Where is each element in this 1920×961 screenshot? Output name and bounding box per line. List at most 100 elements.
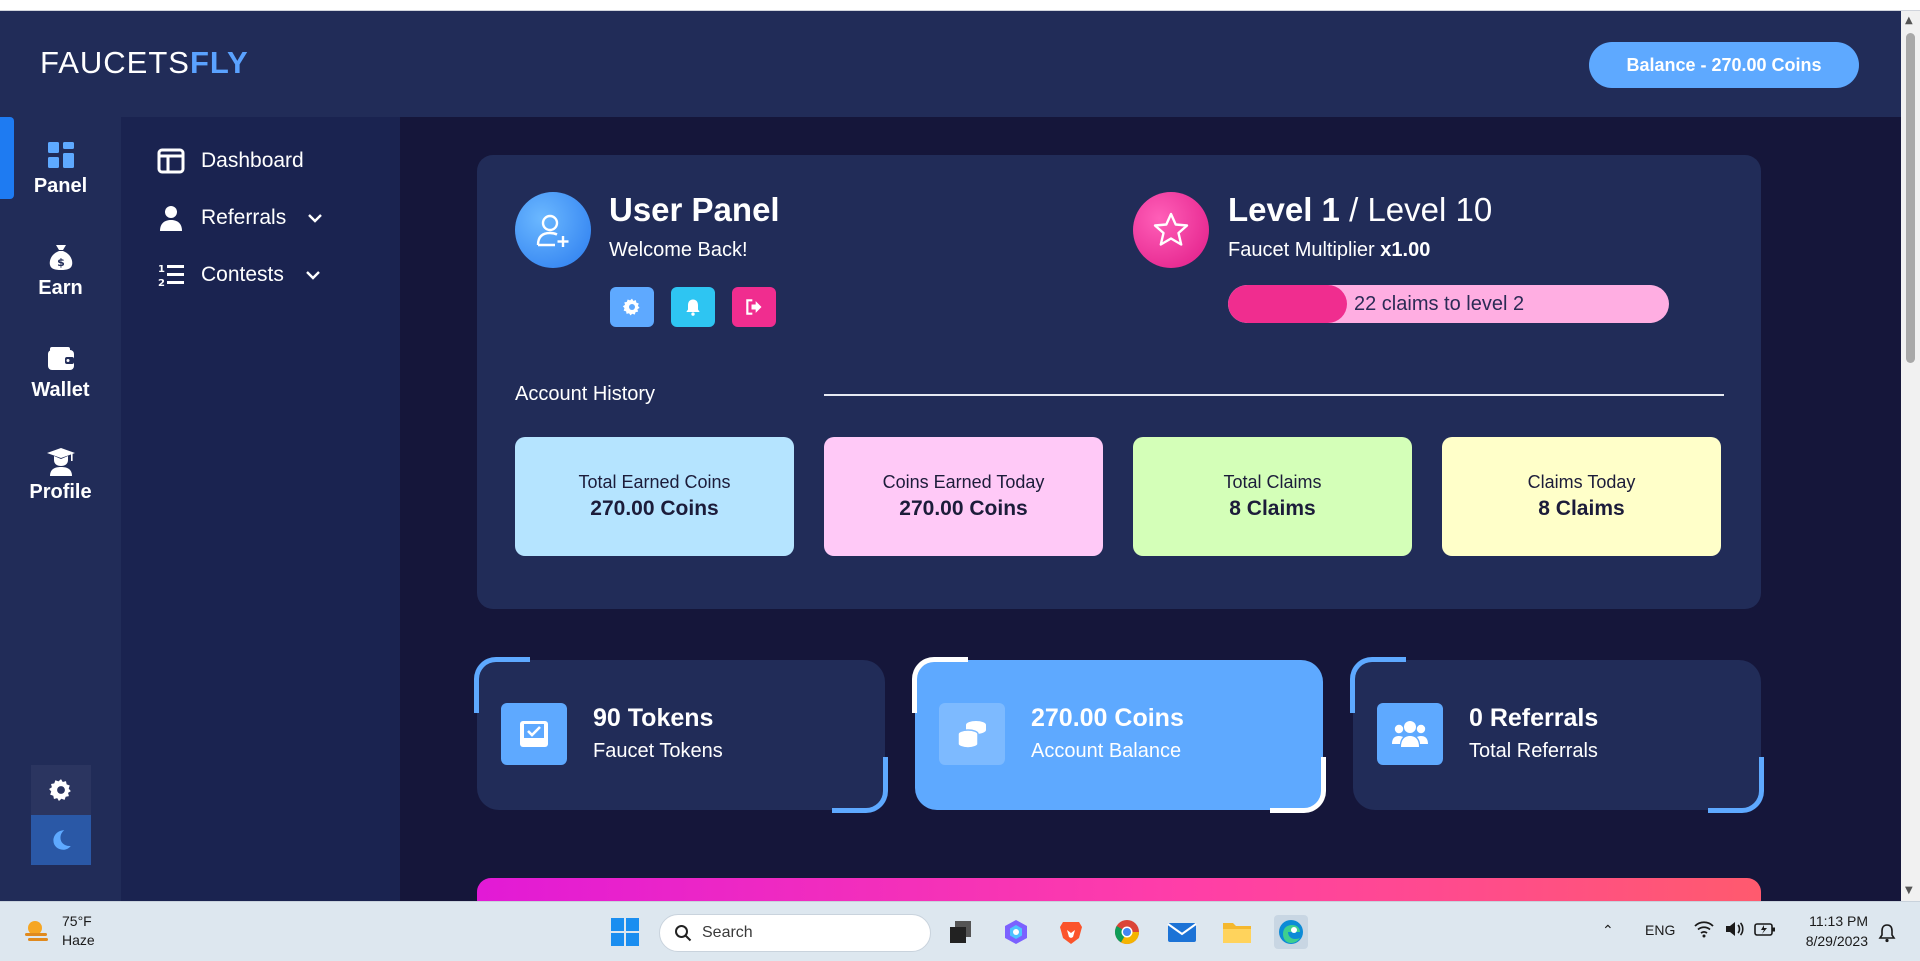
haze-sun-icon (25, 921, 48, 941)
stat-total-earned-coins: Total Earned Coins 270.00 Coins (515, 437, 794, 556)
account-history-divider (824, 394, 1724, 396)
theme-settings-button[interactable] (31, 765, 91, 815)
page-scrollbar[interactable]: ▲ ▼ (1901, 11, 1920, 901)
list-ordered-icon: 1 2 (158, 264, 184, 289)
copilot-button[interactable] (999, 915, 1033, 949)
system-tray-icons[interactable] (1694, 920, 1776, 938)
wallet-icon (47, 347, 74, 370)
stat-label: Coins Earned Today (882, 472, 1045, 492)
settings-button[interactable] (610, 287, 654, 327)
graduate-icon (46, 448, 75, 476)
stat-value: 8 Claims (1229, 497, 1316, 520)
level-progress-fill (1228, 285, 1348, 323)
metric-card-balance: 270.00 Coins Account Balance (912, 657, 1326, 813)
mail-icon (1167, 923, 1197, 942)
moon-icon (53, 830, 71, 850)
settings-icon (622, 298, 640, 316)
weather-widget[interactable]: 75°F Haze (22, 912, 95, 950)
balance-button[interactable]: Balance - 270.00 Coins (1589, 42, 1859, 88)
referrals-icon-box (1377, 703, 1443, 765)
user-plus-icon (536, 214, 569, 247)
submenu-item-contests[interactable]: 1 2 Contests (157, 261, 322, 289)
windows-taskbar: 75°F Haze Search ⌃ ENG 11:13 PM 8/29/202… (0, 901, 1920, 961)
submenu-label-dashboard: Dashboard (201, 149, 304, 172)
taskview-button[interactable] (944, 915, 978, 949)
volume-icon (1726, 922, 1744, 936)
weather-desc: Haze (62, 932, 95, 948)
taskbar-search[interactable]: Search (659, 914, 931, 952)
stat-claims-today: Claims Today 8 Claims (1442, 437, 1721, 556)
main-content: User Panel Welcome Back! Level 1 / Level… (400, 117, 1901, 901)
level-progress-text: 22 claims to level 2 (1354, 293, 1525, 315)
scroll-up-arrow[interactable]: ▲ (1905, 15, 1913, 26)
submenu-label-contests: Contests (201, 263, 284, 286)
stat-label: Total Earned Coins (578, 472, 731, 492)
stat-label: Total Claims (1223, 472, 1322, 492)
dark-mode-toggle[interactable] (31, 815, 91, 865)
rail-label-profile: Profile (29, 481, 92, 503)
money-bag-icon: $ (49, 245, 72, 270)
faucet-multiplier: Faucet Multiplier x1.00 (1228, 239, 1430, 262)
battery-icon (1754, 923, 1775, 936)
level-progress-bar: 22 claims to level 2 (1228, 285, 1669, 323)
faucetsfly-app: FAUCETSFLY Balance - 270.00 Coins Panel … (0, 11, 1901, 901)
tokens-value: 90 Tokens (593, 704, 714, 732)
multiplier-label: Faucet Multiplier (1228, 239, 1375, 261)
level-title: Level 1 / Level 10 (1228, 191, 1492, 229)
card-corner-accent (1270, 757, 1326, 813)
star-icon (1153, 212, 1189, 246)
account-history-title: Account History (515, 383, 656, 405)
stat-value: 270.00 Coins (590, 497, 719, 520)
chrome-button[interactable] (1110, 915, 1144, 949)
tokens-icon-box (501, 703, 567, 765)
rail-item-wallet[interactable]: Wallet (0, 343, 121, 402)
top-header: FAUCETSFLY Balance - 270.00 Coins (0, 11, 1901, 117)
edge-browser-button[interactable] (1274, 915, 1308, 949)
stat-label: Claims Today (1527, 472, 1636, 492)
windows-logo-icon (611, 918, 639, 946)
logout-icon (746, 299, 762, 315)
language-indicator[interactable]: ENG (1645, 922, 1675, 938)
referrals-label: Total Referrals (1469, 740, 1598, 762)
tray-overflow-chevron[interactable]: ⌃ (1602, 922, 1614, 939)
rail-item-panel[interactable]: Panel (0, 139, 121, 198)
grid-icon (47, 142, 74, 168)
logout-button[interactable] (732, 287, 776, 327)
rail-label-earn: Earn (38, 277, 83, 299)
icon-rail: Panel $ Earn Wallet Profile (0, 117, 121, 901)
card-corner-accent (832, 757, 888, 813)
promo-banner (477, 878, 1761, 901)
user-panel-title: User Panel (609, 191, 780, 228)
system-clock[interactable]: 11:13 PM 8/29/2023 (1790, 911, 1868, 951)
scrollbar-thumb[interactable] (1906, 33, 1915, 363)
search-placeholder: Search (702, 924, 753, 941)
site-logo[interactable]: FAUCETSFLY (40, 45, 249, 81)
welcome-text: Welcome Back! (609, 239, 748, 261)
user-avatar (515, 192, 591, 268)
submenu-item-referrals[interactable]: Referrals (157, 204, 324, 232)
inbox-check-icon (520, 721, 548, 747)
notifications-button[interactable] (671, 287, 715, 327)
scroll-down-arrow[interactable]: ▼ (1905, 885, 1913, 896)
stat-value: 270.00 Coins (899, 497, 1028, 520)
bell-icon (686, 299, 700, 316)
search-icon (675, 925, 692, 942)
stat-value: 8 Claims (1538, 497, 1625, 520)
submenu-item-dashboard[interactable]: Dashboard (157, 147, 304, 175)
logo-text-bold: FLY (189, 45, 249, 80)
brave-browser-button[interactable] (1054, 915, 1088, 949)
chevron-down-icon (308, 214, 323, 223)
rail-item-profile[interactable]: Profile (0, 445, 121, 504)
users-icon (1392, 721, 1428, 747)
rail-item-earn[interactable]: $ Earn (0, 241, 121, 300)
file-explorer-button[interactable] (1220, 915, 1254, 949)
notification-bell-icon[interactable] (1878, 923, 1896, 943)
multiplier-value: x1.00 (1380, 239, 1431, 261)
svg-text:1: 1 (158, 264, 165, 275)
brave-lion-icon (1060, 922, 1082, 944)
level-badge (1133, 192, 1209, 268)
start-button[interactable] (608, 915, 642, 949)
balance-value: 270.00 Coins (1031, 704, 1184, 732)
mail-button[interactable] (1165, 915, 1199, 949)
wifi-icon (1694, 921, 1714, 938)
